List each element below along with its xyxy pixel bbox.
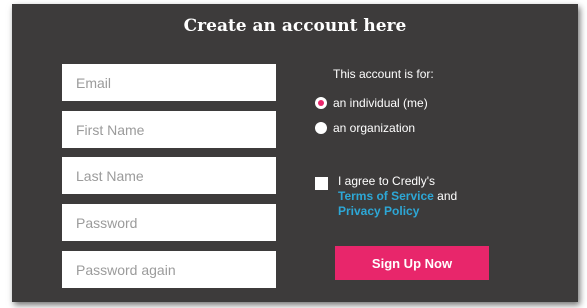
agree-prefix: I agree to Credly's bbox=[338, 174, 436, 188]
radio-selected-icon[interactable] bbox=[315, 97, 327, 109]
privacy-policy-link[interactable]: Privacy Policy bbox=[338, 204, 419, 218]
terms-of-service-link[interactable]: Terms of Service bbox=[338, 189, 434, 203]
password-input[interactable] bbox=[62, 204, 276, 241]
password-again-input[interactable] bbox=[62, 251, 276, 288]
radio-organization[interactable]: an organization bbox=[315, 121, 415, 135]
email-input[interactable] bbox=[62, 64, 276, 101]
first-name-input[interactable] bbox=[62, 111, 276, 148]
agree-and: and bbox=[437, 189, 458, 203]
account-type-label: This account is for: bbox=[333, 67, 434, 81]
agree-checkbox[interactable] bbox=[315, 177, 328, 190]
terms-agreement: I agree to Credly's Terms of Service and… bbox=[315, 174, 488, 219]
radio-individual-label: an individual (me) bbox=[333, 96, 428, 110]
radio-organization-label: an organization bbox=[333, 121, 416, 135]
last-name-input[interactable] bbox=[62, 157, 276, 194]
agree-text: I agree to Credly's Terms of Service and… bbox=[338, 174, 488, 219]
radio-individual[interactable]: an individual (me) bbox=[315, 96, 428, 110]
sign-up-button[interactable]: Sign Up Now bbox=[335, 246, 489, 280]
radio-unselected-icon[interactable] bbox=[315, 122, 327, 134]
form-title: Create an account here bbox=[183, 16, 407, 36]
signup-panel: Create an account here This account is f… bbox=[12, 4, 578, 302]
